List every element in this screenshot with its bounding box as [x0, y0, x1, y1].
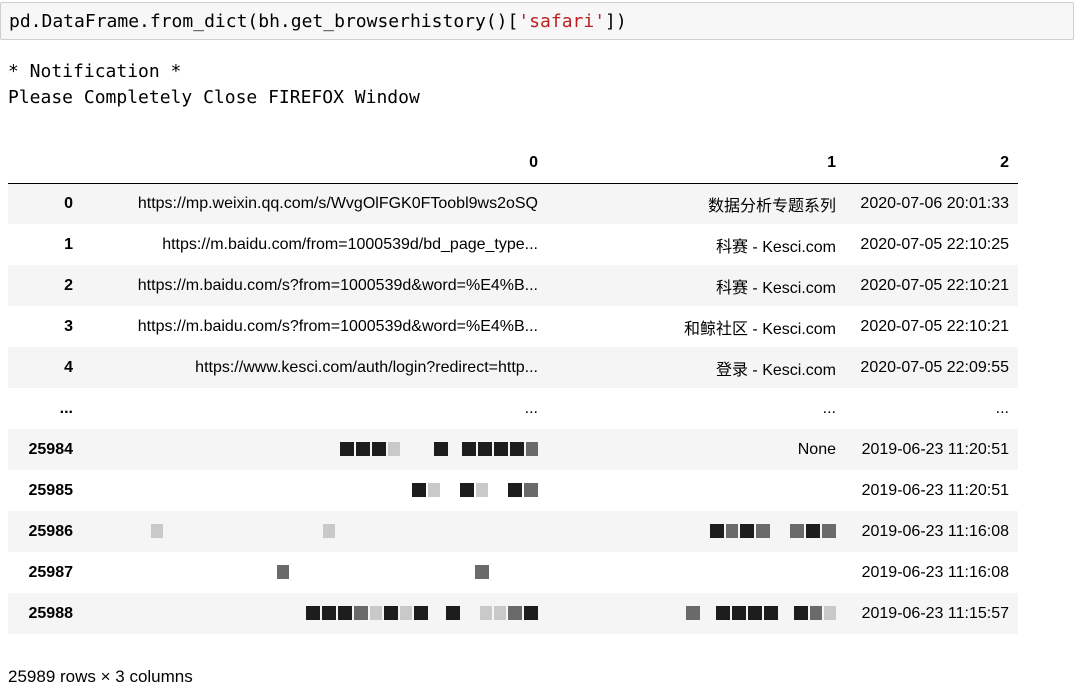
redaction-block — [91, 564, 489, 581]
time-cell: 2020-07-05 22:09:55 — [860, 358, 1009, 376]
row-index: ... — [59, 399, 73, 417]
row-index: 1 — [64, 235, 73, 253]
url-cell-redacted — [82, 470, 547, 511]
title-cell: 科赛 - Kesci.com — [715, 238, 836, 256]
row-index: 4 — [64, 358, 73, 376]
time-cell: 2020-07-05 22:10:21 — [860, 317, 1009, 335]
url-cell: ... — [524, 399, 538, 417]
code-string-arg: 'safari' — [518, 11, 606, 32]
table-row: 25984 None 2019-06-23 11:20:51 — [8, 429, 1018, 470]
url-cell-redacted — [82, 429, 547, 470]
redaction-block — [412, 482, 538, 499]
table-row: 25985 2019-06-23 11:20:51 — [8, 470, 1018, 511]
row-index: 25988 — [28, 604, 74, 622]
time-cell: 2019-06-23 11:15:57 — [861, 604, 1009, 622]
url-cell: https://m.baidu.com/s?from=1000539d&word… — [137, 276, 538, 294]
time-cell: ... — [995, 399, 1009, 417]
code-prefix: pd.DataFrame.from_dict(bh.get_browserhis… — [9, 11, 519, 32]
time-cell: 2020-07-05 22:10:21 — [860, 276, 1009, 294]
time-cell: 2020-07-06 20:01:33 — [860, 194, 1009, 212]
dataframe-table: 0 1 2 0 https://mp.weixin.qq.com/s/WvgOl… — [8, 143, 1018, 634]
row-index: 25987 — [28, 563, 74, 581]
title-cell: 登录 - Kesci.com — [715, 361, 836, 379]
title-cell — [547, 552, 845, 593]
redaction-block — [686, 605, 836, 622]
url-cell-redacted — [82, 552, 547, 593]
time-cell: 2020-07-05 22:10:25 — [860, 235, 1009, 253]
code-line: pd.DataFrame.from_dict(bh.get_browserhis… — [9, 11, 627, 32]
table-row-ellipsis: ... ... ... ... — [8, 388, 1018, 429]
table-row: 25986 2019-06-23 11:16:08 — [8, 511, 1018, 552]
row-index: 25984 — [28, 440, 74, 458]
code-suffix: ]) — [605, 11, 627, 32]
row-index: 25985 — [28, 481, 74, 499]
title-cell: None — [797, 440, 836, 458]
row-index: 2 — [64, 276, 73, 294]
column-header-0: 0 — [82, 143, 547, 184]
redaction-block — [340, 441, 538, 458]
column-header-index — [8, 143, 82, 184]
redaction-block — [710, 523, 836, 540]
title-cell-redacted — [547, 593, 845, 634]
url-cell-redacted — [82, 511, 547, 552]
title-cell — [547, 470, 845, 511]
title-cell: 数据分析专题系列 — [707, 197, 836, 215]
table-row: 25988 2019-06-23 11:15:57 — [8, 593, 1018, 634]
notification-output: * Notification * Please Completely Close… — [8, 61, 420, 108]
table-row: 3 https://m.baidu.com/s?from=1000539d&wo… — [8, 306, 1018, 347]
table-row: 25987 2019-06-23 11:16:08 — [8, 552, 1018, 593]
url-cell: https://m.baidu.com/from=1000539d/bd_pag… — [162, 235, 538, 253]
time-cell: 2019-06-23 11:16:08 — [861, 522, 1009, 540]
row-index: 0 — [64, 194, 73, 212]
title-cell: 科赛 - Kesci.com — [715, 279, 836, 297]
redaction-block — [91, 523, 335, 540]
time-cell: 2019-06-23 11:20:51 — [861, 481, 1009, 499]
url-cell: https://www.kesci.com/auth/login?redirec… — [195, 358, 538, 376]
row-index: 25986 — [28, 522, 74, 540]
url-cell: https://m.baidu.com/s?from=1000539d&word… — [137, 317, 538, 335]
column-header-2: 2 — [845, 143, 1018, 184]
table-header-row: 0 1 2 — [8, 143, 1018, 184]
time-cell: 2019-06-23 11:16:08 — [861, 563, 1009, 581]
table-row: 1 https://m.baidu.com/from=1000539d/bd_p… — [8, 224, 1018, 265]
title-cell: ... — [822, 399, 836, 417]
title-cell: 和鲸社区 - Kesci.com — [683, 320, 836, 338]
redaction-block — [306, 605, 538, 622]
code-cell-input[interactable]: pd.DataFrame.from_dict(bh.get_browserhis… — [0, 2, 1074, 40]
row-index: 3 — [64, 317, 73, 335]
table-row: 4 https://www.kesci.com/auth/login?redir… — [8, 347, 1018, 388]
table-row: 2 https://m.baidu.com/s?from=1000539d&wo… — [8, 265, 1018, 306]
url-cell: https://mp.weixin.qq.com/s/WvgOlFGK0FToo… — [137, 194, 538, 212]
column-header-1: 1 — [547, 143, 845, 184]
title-cell-redacted — [547, 511, 845, 552]
url-cell-redacted — [82, 593, 547, 634]
table-row: 0 https://mp.weixin.qq.com/s/WvgOlFGK0FT… — [8, 183, 1018, 224]
time-cell: 2019-06-23 11:20:51 — [861, 440, 1009, 458]
table-shape-summary: 25989 rows × 3 columns — [8, 667, 193, 686]
